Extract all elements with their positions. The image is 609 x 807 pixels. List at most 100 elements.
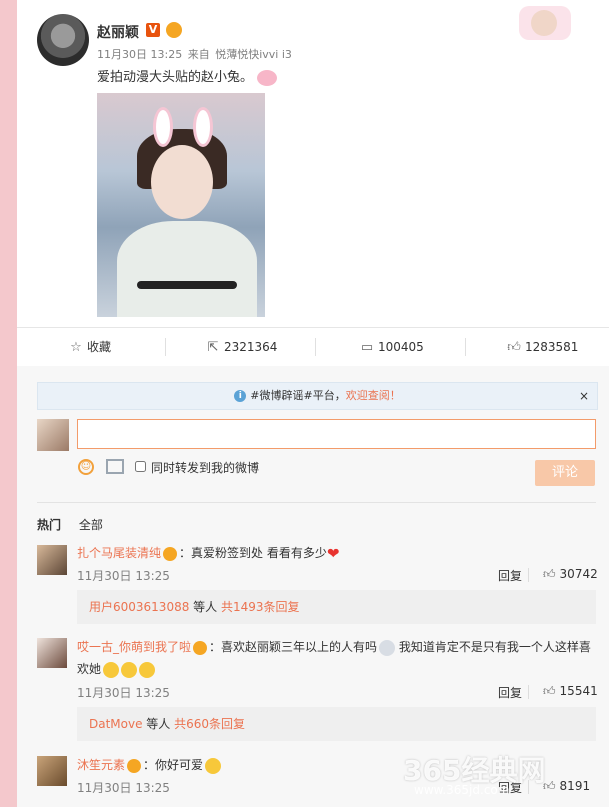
comment-action-divider bbox=[528, 568, 529, 582]
comment-time: 11月30日 13:25 bbox=[77, 686, 170, 700]
source-prefix: 来自 bbox=[187, 48, 210, 61]
favorite-label: 收藏 bbox=[87, 340, 112, 354]
info-icon: i bbox=[234, 390, 247, 402]
comment-like-button[interactable]: 👍︎ 8191 bbox=[543, 779, 590, 794]
reply-button[interactable]: 回复 bbox=[498, 684, 522, 701]
comment-like-count: 8191 bbox=[559, 779, 591, 793]
username-link[interactable]: 赵丽颖 bbox=[97, 22, 139, 42]
comment-body: ：喜欢赵丽颖三年以上的人有吗 bbox=[209, 640, 378, 654]
comment-count: 100405 bbox=[378, 340, 424, 354]
commenter-name[interactable]: 沐笙元素 bbox=[77, 758, 125, 772]
decoration-avatar-icon bbox=[531, 10, 557, 36]
commenter-avatar[interactable] bbox=[37, 638, 67, 668]
member-badge-icon[interactable] bbox=[193, 640, 208, 655]
sub-reply-user[interactable]: 用户6003613088 bbox=[89, 600, 189, 614]
sub-reply-text: 等人 bbox=[142, 717, 175, 731]
photo-belt bbox=[137, 281, 237, 289]
sub-reply-count-link[interactable]: 共660条回复 bbox=[174, 717, 245, 731]
like-button[interactable]: 👍︎ 1283581 bbox=[507, 328, 578, 366]
comment-like-count: 30742 bbox=[559, 567, 598, 581]
comment-body-end: 欢她 bbox=[77, 662, 102, 676]
post-action-bar: ☆ 收藏 ⇱ 2321364 ▭ 100405 👍︎ 1283581 bbox=[17, 327, 609, 367]
notice-text[interactable]: #微博辟谣#平台， bbox=[250, 389, 345, 402]
repost-icon: ⇱ bbox=[207, 340, 219, 355]
repost-checkbox[interactable] bbox=[135, 461, 146, 472]
emoji-icon[interactable]: ☺ bbox=[78, 459, 94, 475]
comment-text-line2: 欢她 bbox=[77, 660, 156, 678]
star-icon: ☆ bbox=[70, 340, 82, 355]
member-badge-icon[interactable] bbox=[163, 546, 178, 561]
thumbs-up-icon: 👍︎ bbox=[543, 567, 556, 581]
like-count: 1283581 bbox=[525, 340, 579, 354]
verified-badge-icon[interactable]: V bbox=[146, 23, 160, 37]
thumbs-up-icon: 👍︎ bbox=[543, 684, 556, 698]
section-divider bbox=[37, 502, 596, 503]
member-badge-icon[interactable] bbox=[166, 22, 182, 38]
thumbs-up-icon: 👍︎ bbox=[507, 340, 521, 355]
weibo-post-card: 赵丽颖 V 11月30日 13:25 来自 悦薄悦快ivvi i3 爱拍动漫大头… bbox=[17, 0, 609, 807]
commenter-avatar[interactable] bbox=[37, 756, 67, 786]
post-text: 爱拍动漫大头贴的赵小兔。 bbox=[97, 66, 278, 86]
ghost-emoji-icon bbox=[379, 639, 396, 656]
rumor-notice-bar: i #微博辟谣#平台，欢迎查阅！ × bbox=[37, 382, 598, 410]
submit-comment-button[interactable]: 评论 bbox=[535, 460, 595, 486]
source-link[interactable]: 悦薄悦快ivvi i3 bbox=[215, 48, 292, 61]
repost-count: 2321364 bbox=[224, 340, 278, 354]
tab-hot[interactable]: 热门 bbox=[37, 518, 61, 532]
post-meta: 11月30日 13:25 来自 悦薄悦快ivvi i3 bbox=[97, 46, 294, 62]
comment-button[interactable]: ▭ 100405 bbox=[360, 328, 424, 366]
sub-replies-summary[interactable]: 用户6003613088 等人 共1493条回复 bbox=[77, 590, 596, 624]
sub-reply-user[interactable]: DatMove bbox=[89, 717, 142, 731]
image-upload-icon[interactable] bbox=[106, 459, 124, 474]
comment-like-count: 15541 bbox=[559, 684, 598, 698]
commenter-name[interactable]: 哎一古_你萌到我了啦 bbox=[77, 640, 191, 654]
comment-icon: ▭ bbox=[360, 340, 374, 355]
tongue-emoji-icon bbox=[121, 661, 138, 678]
comment-action-divider bbox=[528, 685, 529, 699]
notice-link[interactable]: 欢迎查阅！ bbox=[346, 389, 401, 402]
heart-emoji-icon: ❤ bbox=[326, 544, 340, 563]
member-badge-icon[interactable] bbox=[127, 758, 142, 773]
bunny-ear-left bbox=[153, 107, 173, 147]
post-photo[interactable] bbox=[97, 93, 265, 317]
sub-replies-summary[interactable]: DatMove 等人 共660条回复 bbox=[77, 707, 596, 741]
watermark-url: www.365jd.com bbox=[414, 783, 510, 797]
post-text-content: 爱拍动漫大头贴的赵小兔。 bbox=[97, 70, 254, 85]
comment-input[interactable] bbox=[77, 419, 596, 449]
tongue-emoji-icon bbox=[103, 661, 120, 678]
comment-body: ：你好可爱 bbox=[143, 758, 204, 772]
comment-time: 11月30日 13:25 bbox=[77, 569, 170, 583]
close-icon[interactable]: × bbox=[579, 383, 589, 409]
comment-body: ：真爱粉签到处 看看有多少 bbox=[179, 546, 327, 560]
action-divider bbox=[465, 338, 466, 356]
photo-face bbox=[151, 145, 213, 219]
tab-all[interactable]: 全部 bbox=[79, 518, 103, 532]
user-avatar[interactable] bbox=[37, 14, 89, 66]
comment-like-button[interactable]: 👍︎ 30742 bbox=[543, 567, 598, 582]
repost-checkbox-label[interactable]: 同时转发到我的微博 bbox=[151, 459, 259, 476]
comment-text: 扎个马尾装清纯 ：真爱粉签到处 看看有多少❤ bbox=[77, 544, 339, 563]
action-divider bbox=[315, 338, 316, 356]
comment-body-cont: 我知道肯定不是只有我一个人这样喜 bbox=[398, 640, 591, 654]
reply-button[interactable]: 回复 bbox=[498, 567, 522, 584]
pig-emoji-icon bbox=[257, 69, 278, 86]
sub-reply-count-link[interactable]: 共1493条回复 bbox=[221, 600, 300, 614]
action-divider bbox=[165, 338, 166, 356]
bunny-ear-right bbox=[193, 107, 213, 147]
comment-text: 哎一古_你萌到我了啦 ：喜欢赵丽颖三年以上的人有吗 我知道肯定不是只有我一个人这样… bbox=[77, 638, 591, 656]
comment-time: 11月30日 13:25 bbox=[77, 781, 170, 795]
photo-dress bbox=[117, 221, 257, 317]
favorite-button[interactable]: ☆ 收藏 bbox=[69, 328, 111, 366]
repost-button[interactable]: ⇱ 2321364 bbox=[206, 328, 278, 366]
commenter-name[interactable]: 扎个马尾装清纯 bbox=[77, 546, 161, 560]
comment-section: i #微博辟谣#平台，欢迎查阅！ × ☺ 同时转发到我的微博 评论 热门 全部 扎… bbox=[17, 366, 609, 807]
post-date[interactable]: 11月30日 13:25 bbox=[97, 48, 182, 61]
comment-tabs: 热门 全部 bbox=[37, 516, 103, 533]
comment-like-button[interactable]: 👍︎ 15541 bbox=[543, 684, 598, 699]
tongue-emoji-icon bbox=[139, 661, 156, 678]
sub-reply-text: 等人 bbox=[189, 600, 221, 614]
comment-text: 沐笙元素 ：你好可爱 bbox=[77, 756, 222, 774]
blush-emoji-icon bbox=[205, 757, 222, 774]
my-avatar bbox=[37, 419, 69, 451]
commenter-avatar[interactable] bbox=[37, 545, 67, 575]
